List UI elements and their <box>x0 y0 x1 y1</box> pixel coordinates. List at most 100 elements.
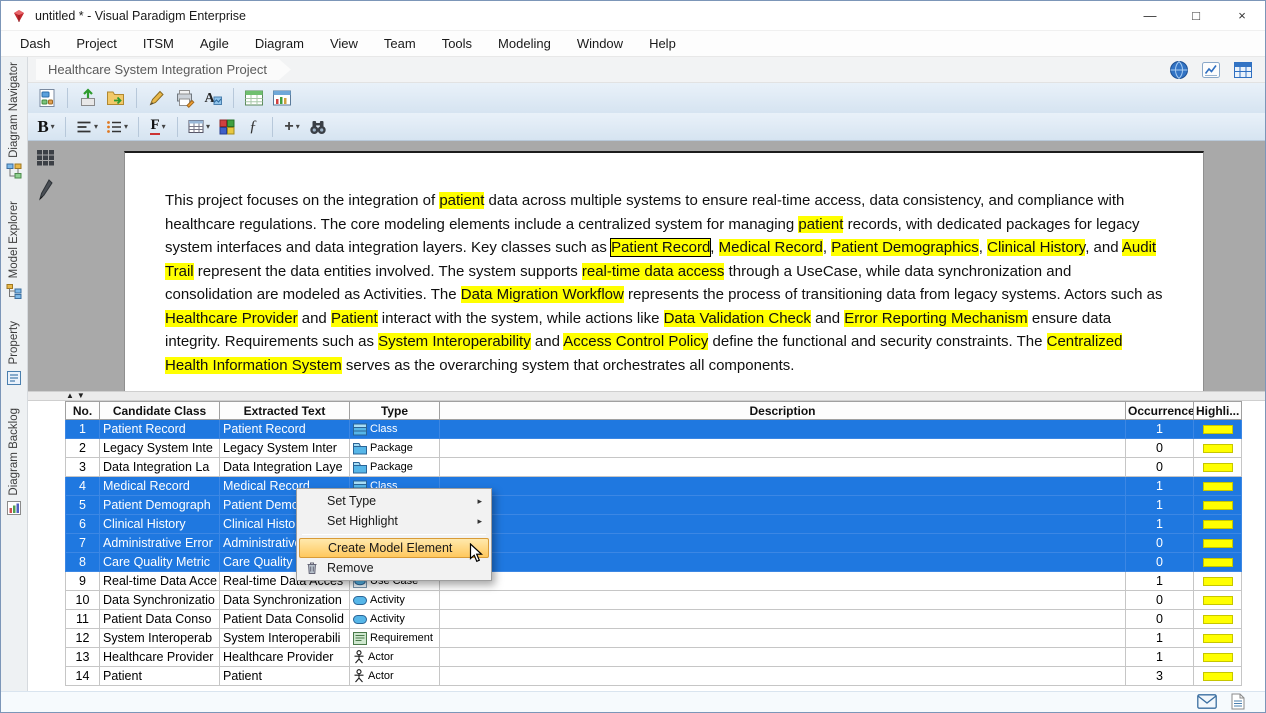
highlighted-term[interactable]: Patient Demographics <box>831 239 979 256</box>
menu-window[interactable]: Window <box>564 36 636 51</box>
cell-description[interactable] <box>440 610 1126 629</box>
highlighted-term[interactable]: Error Reporting Mechanism <box>844 310 1027 327</box>
palette-button[interactable] <box>215 115 239 139</box>
table-row[interactable]: 5Patient DemographPatient Demograph1 <box>66 496 1242 515</box>
cell-type[interactable]: Class <box>350 420 440 439</box>
cell-highlight[interactable] <box>1194 515 1242 534</box>
cell-description[interactable] <box>440 572 1126 591</box>
add-button[interactable]: +▾ <box>280 115 304 139</box>
cell-highlight[interactable] <box>1194 420 1242 439</box>
column-header-no[interactable]: No. <box>66 402 100 420</box>
highlighted-term[interactable]: patient <box>439 192 484 209</box>
bold-button[interactable]: B▾ <box>34 115 58 139</box>
cell-highlight[interactable] <box>1194 610 1242 629</box>
canvas-grid-button[interactable] <box>35 147 57 169</box>
chart-button[interactable] <box>1199 59 1223 81</box>
cell-description[interactable] <box>440 515 1126 534</box>
cell-highlight[interactable] <box>1194 629 1242 648</box>
highlighted-term[interactable]: Access Control Policy <box>563 333 708 350</box>
menu-itsm[interactable]: ITSM <box>130 36 187 51</box>
menu-agile[interactable]: Agile <box>187 36 242 51</box>
sidebar-tab-diagram-backlog[interactable]: Diagram Backlog <box>6 408 22 517</box>
document-button[interactable] <box>1231 693 1245 713</box>
cell-type[interactable]: Activity <box>350 610 440 629</box>
table-row[interactable]: 3Data Integration LaData Integration Lay… <box>66 458 1242 477</box>
highlighted-term[interactable]: Healthcare Provider <box>165 310 298 327</box>
table-row[interactable]: 6Clinical HistoryClinical History1 <box>66 515 1242 534</box>
cell-type[interactable]: Actor <box>350 648 440 667</box>
table-button[interactable]: ▾ <box>185 115 213 139</box>
context-menu-item-remove[interactable]: Remove <box>299 558 489 578</box>
column-header-extracted-text[interactable]: Extracted Text <box>220 402 350 420</box>
table-row[interactable]: 8Care Quality MetricCare Quality Metri0 <box>66 553 1242 572</box>
column-header-candidate-class[interactable]: Candidate Class <box>100 402 220 420</box>
highlighted-term[interactable]: patient <box>798 216 843 233</box>
splitter[interactable]: ▲ ▼ <box>28 391 1266 401</box>
find-button[interactable] <box>306 115 330 139</box>
column-header-highli[interactable]: Highli... <box>1194 402 1242 420</box>
cell-highlight[interactable] <box>1194 439 1242 458</box>
mail-button[interactable] <box>1197 694 1217 712</box>
formula-button[interactable]: ƒ <box>241 115 265 139</box>
splitter-down-icon[interactable]: ▼ <box>77 392 85 400</box>
cell-highlight[interactable] <box>1194 477 1242 496</box>
cell-highlight[interactable] <box>1194 534 1242 553</box>
cell-description[interactable] <box>440 534 1126 553</box>
print-edit-button[interactable] <box>172 86 198 110</box>
cell-highlight[interactable] <box>1194 572 1242 591</box>
cell-type[interactable]: Activity <box>350 591 440 610</box>
menu-dash[interactable]: Dash <box>7 36 63 51</box>
menu-modeling[interactable]: Modeling <box>485 36 564 51</box>
highlighted-term[interactable]: System Interoperability <box>378 333 531 350</box>
cell-type[interactable]: Package <box>350 458 440 477</box>
stylus-button[interactable] <box>144 86 170 110</box>
cell-description[interactable] <box>440 591 1126 610</box>
highlighted-term[interactable]: Patient <box>331 310 378 327</box>
highlighted-term[interactable]: Medical Record <box>719 239 823 256</box>
cell-highlight[interactable] <box>1194 458 1242 477</box>
menu-tools[interactable]: Tools <box>429 36 485 51</box>
splitter-up-icon[interactable]: ▲ <box>66 392 74 400</box>
table-green-button[interactable] <box>241 86 267 110</box>
sidebar-tab-property[interactable]: Property <box>6 321 22 385</box>
import-button[interactable] <box>103 86 129 110</box>
canvas-pen-button[interactable] <box>35 179 57 201</box>
grid-table-button[interactable] <box>1231 59 1255 81</box>
cell-highlight[interactable] <box>1194 496 1242 515</box>
cell-highlight[interactable] <box>1194 667 1242 686</box>
table-row[interactable]: 9Real-time Data AcceReal-time Data Acces… <box>66 572 1242 591</box>
table-chart-button[interactable] <box>269 86 295 110</box>
highlighted-term[interactable]: Patient Record <box>611 239 710 256</box>
table-row[interactable]: 13Healthcare ProviderHealthcare Provider… <box>66 648 1242 667</box>
cell-description[interactable] <box>440 458 1126 477</box>
cell-highlight[interactable] <box>1194 648 1242 667</box>
font-color-button[interactable]: F▾ <box>146 115 170 139</box>
cell-description[interactable] <box>440 553 1126 572</box>
highlighted-term[interactable]: Data Validation Check <box>664 310 811 327</box>
menu-view[interactable]: View <box>317 36 371 51</box>
table-row[interactable]: 4Medical RecordMedical RecordClass1 <box>66 477 1242 496</box>
menu-diagram[interactable]: Diagram <box>242 36 317 51</box>
cell-description[interactable] <box>440 629 1126 648</box>
context-menu-item-create-model-element[interactable]: Create Model Element <box>299 538 489 558</box>
table-row[interactable]: 11Patient Data ConsoPatient Data Consoli… <box>66 610 1242 629</box>
cell-description[interactable] <box>440 439 1126 458</box>
menu-team[interactable]: Team <box>371 36 429 51</box>
table-row[interactable]: 12System InteroperabSystem Interoperabil… <box>66 629 1242 648</box>
table-row[interactable]: 2Legacy System InteLegacy System InterPa… <box>66 439 1242 458</box>
column-header-type[interactable]: Type <box>350 402 440 420</box>
new-diagram-button[interactable] <box>34 86 60 110</box>
cell-description[interactable] <box>440 420 1126 439</box>
highlighted-term[interactable]: real-time data access <box>582 263 725 280</box>
cell-type[interactable]: Package <box>350 439 440 458</box>
table-row[interactable]: 7Administrative ErrorAdministrative Err0 <box>66 534 1242 553</box>
table-row[interactable]: 1Patient RecordPatient RecordClass1 <box>66 420 1242 439</box>
align-button[interactable]: ▾ <box>73 115 101 139</box>
context-menu-item-set-highlight[interactable]: Set Highlight▸ <box>299 511 489 531</box>
table-row[interactable]: 14PatientPatientActor3 <box>66 667 1242 686</box>
menu-project[interactable]: Project <box>63 36 129 51</box>
close-button[interactable]: × <box>1219 1 1265 30</box>
menu-help[interactable]: Help <box>636 36 689 51</box>
cell-description[interactable] <box>440 648 1126 667</box>
highlighted-term[interactable]: Data Migration Workflow <box>461 286 624 303</box>
